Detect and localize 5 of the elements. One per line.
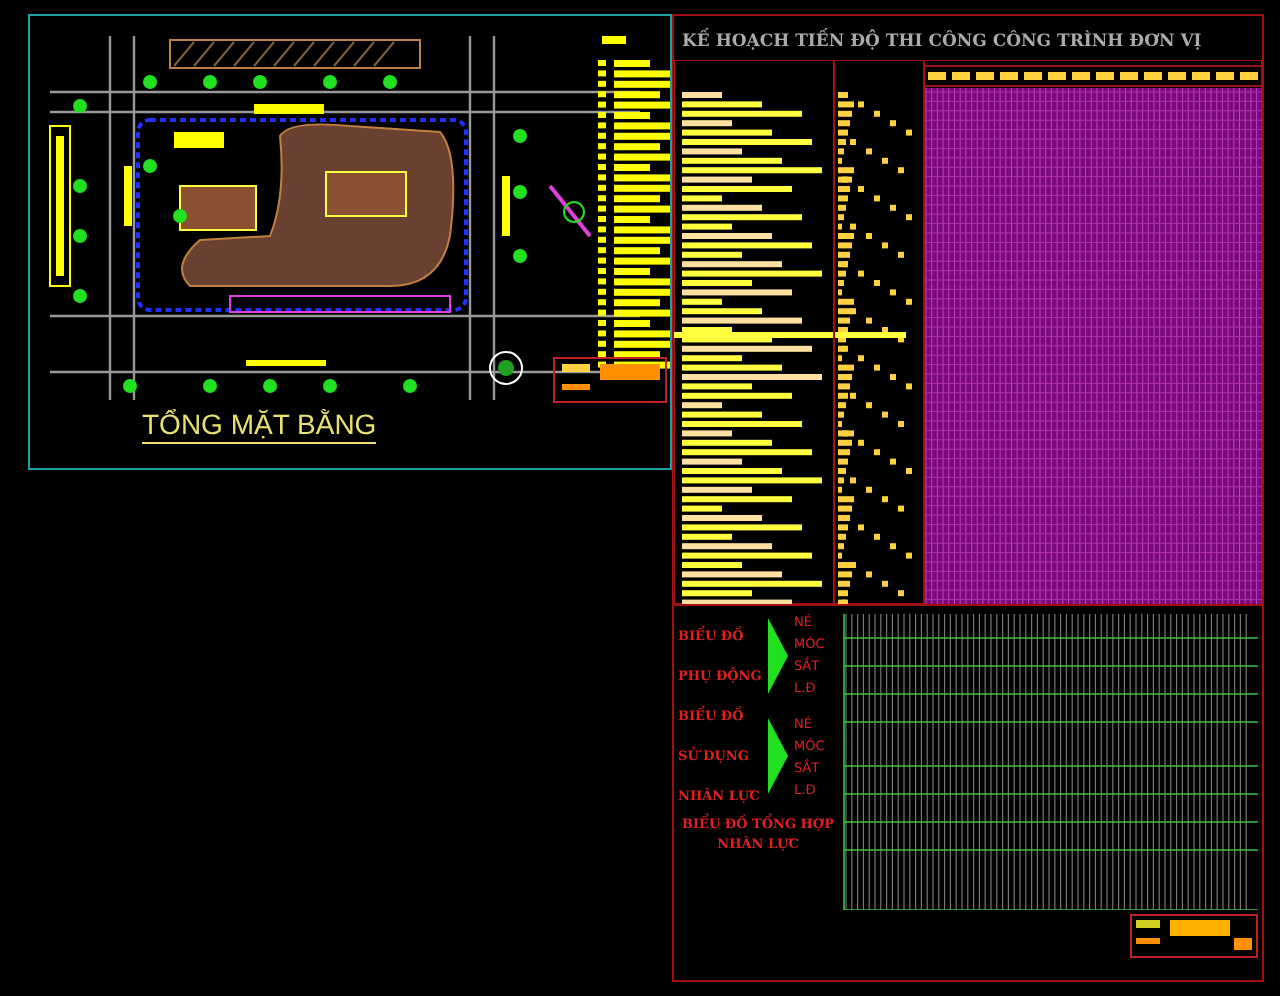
title-block-drawing [1130, 914, 1258, 958]
arrow-icon [768, 718, 788, 794]
site-plan-title: TỔNG MẶT BẰNG [142, 406, 377, 444]
schedule-title: KẾ HOẠCH TIẾN ĐỘ THI CÔNG CÔNG TRÌNH ĐƠN VỊ [680, 26, 1204, 56]
arrow-icon [768, 617, 788, 693]
